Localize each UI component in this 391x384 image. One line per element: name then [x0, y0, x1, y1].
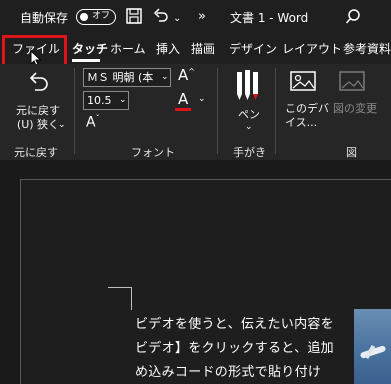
document-text-line[interactable]: ビデオを使うと、伝えたい内容を	[135, 313, 334, 332]
font-name-chevron-icon[interactable]: ⌄	[161, 72, 169, 82]
device-picture-button[interactable]: このデバ イス...	[285, 102, 329, 130]
tab-draw[interactable]: 描画	[191, 40, 215, 57]
tab-home[interactable]: ホーム	[110, 40, 146, 57]
tab-insert[interactable]: 挿入	[156, 40, 180, 57]
decrease-font-size-icon[interactable]: Aˇ	[86, 114, 100, 131]
pen-chevron-icon[interactable]: ⌄	[245, 122, 253, 132]
undo-chevron-icon[interactable]: ⌄	[58, 120, 66, 130]
document-title: 文書 1 - Word	[230, 11, 309, 25]
group-separator	[74, 68, 75, 154]
group-separator	[275, 68, 276, 154]
font-name-box[interactable]: ＭＳ 明朝 (本	[83, 68, 171, 87]
change-picture-icon	[338, 70, 368, 100]
pen-button-label[interactable]: ペン	[238, 108, 260, 122]
undo-icon[interactable]	[152, 7, 170, 29]
more-commands-icon[interactable]: »	[198, 8, 206, 26]
autosave-label: 自動保存	[20, 11, 69, 25]
document-text-line[interactable]: め込みコードの形式で貼り付け	[135, 361, 321, 380]
margin-corner-mark	[131, 287, 132, 310]
font-color-chevron-icon[interactable]: ⌄	[198, 94, 206, 104]
device-label-line2: イス...	[285, 116, 318, 129]
font-size-chevron-icon[interactable]: ⌄	[119, 95, 127, 105]
change-picture-label: 図の変更	[333, 102, 377, 115]
undo-label-line1: 元に戻す	[16, 104, 60, 117]
group-label-figure: 図	[346, 146, 357, 159]
toggle-knob	[80, 12, 88, 21]
group-label-undo: 元に戻す	[14, 146, 58, 159]
device-label-line1: このデバ	[285, 102, 329, 115]
document-text-line[interactable]: ビデオ】をクリックすると、追加	[135, 337, 334, 356]
tab-references[interactable]: 参考資料	[343, 40, 391, 57]
title-bar: 自動保存 オフ ⌄ » 文書 1 - Word	[0, 0, 391, 34]
document-image[interactable]	[354, 309, 391, 384]
font-color-icon[interactable]: A	[178, 90, 188, 108]
autosave-state: オフ	[92, 11, 111, 21]
ribbon: 元に戻す (U) 狭く ⌄ 元に戻す ＭＳ 明朝 (本 ⌄ A^ 10.5 ⌄ …	[0, 64, 391, 160]
tab-touch[interactable]: タッチ	[72, 40, 108, 57]
search-icon[interactable]	[344, 8, 362, 30]
undo-dropdown-chevron-icon[interactable]: ⌄	[173, 10, 181, 28]
tab-layout[interactable]: レイアウト	[282, 40, 342, 57]
margin-corner-mark	[108, 287, 131, 288]
pen-icon[interactable]	[234, 68, 264, 108]
group-label-ink: 手がき	[233, 146, 266, 159]
device-picture-icon[interactable]	[289, 70, 319, 100]
tab-design[interactable]: デザイン	[229, 40, 277, 57]
autosave-toggle[interactable]: オフ	[76, 9, 116, 25]
active-tab-indicator	[72, 59, 100, 62]
undo-large-icon[interactable]	[22, 68, 52, 102]
group-separator	[217, 68, 218, 154]
increase-font-size-icon[interactable]: A^	[178, 66, 195, 84]
font-color-underline	[175, 108, 191, 111]
save-icon[interactable]	[125, 7, 143, 29]
group-label-font: フォント	[131, 146, 175, 159]
